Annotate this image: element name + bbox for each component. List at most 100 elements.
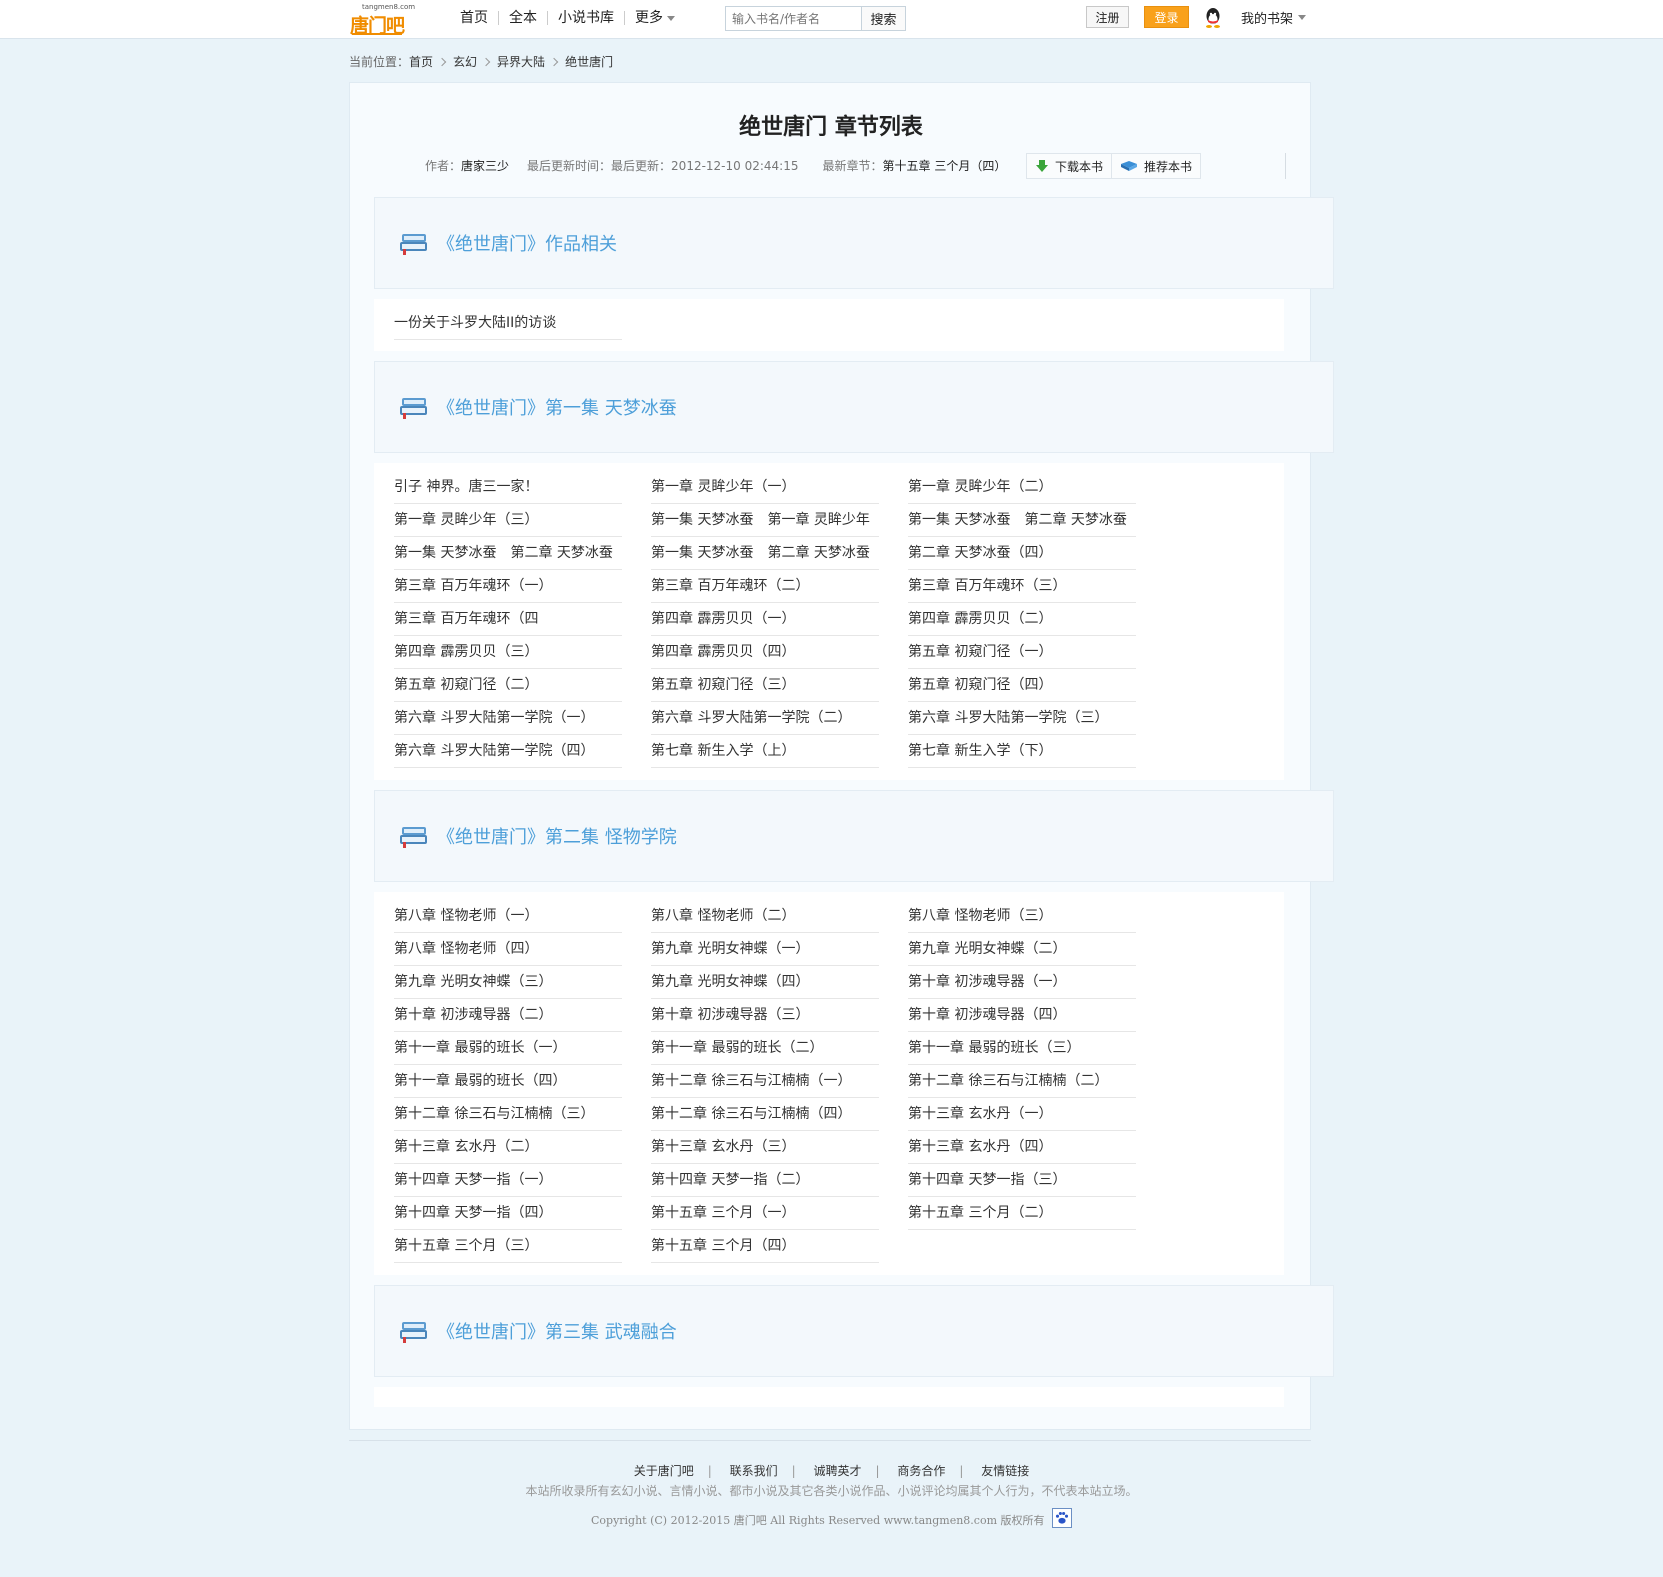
volume-header: 《绝世唐门》作品相关 xyxy=(374,197,1334,289)
breadcrumb-home[interactable]: 首页 xyxy=(409,53,433,70)
page-title: 绝世唐门 章节列表 xyxy=(739,115,923,140)
book-stack-icon xyxy=(400,234,427,255)
chapter-link[interactable]: 第九章 光明女神蝶（二） xyxy=(908,933,1136,966)
chapter-link[interactable]: 第一章 灵眸少年（三） xyxy=(394,504,622,537)
chapter-link[interactable]: 第十二章 徐三石与江楠楠（二） xyxy=(908,1065,1136,1098)
site-logo[interactable]: tangmen8.com 唐门吧 xyxy=(350,3,415,37)
chapter-link[interactable]: 第八章 怪物老师（一） xyxy=(394,900,622,933)
chapter-link[interactable]: 第三章 百万年魂环（三） xyxy=(908,570,1136,603)
chapter-link[interactable]: 第六章 斗罗大陆第一学院（二） xyxy=(651,702,879,735)
chapter-link[interactable]: 第十章 初涉魂导器（二） xyxy=(394,999,622,1032)
chapter-link[interactable]: 第十四章 天梦一指（三） xyxy=(908,1164,1136,1197)
nav-more[interactable]: 更多 xyxy=(625,11,685,25)
chapter-link[interactable]: 第三章 百万年魂环（一） xyxy=(394,570,622,603)
chapter-link[interactable]: 第六章 斗罗大陆第一学院（三） xyxy=(908,702,1136,735)
chapter-link[interactable]: 第一章 灵眸少年（一） xyxy=(651,471,879,504)
chapter-link[interactable]: 第十一章 最弱的班长（四） xyxy=(394,1065,622,1098)
chapter-link[interactable]: 第十章 初涉魂导器（四） xyxy=(908,999,1136,1032)
chapter-link[interactable]: 第十一章 最弱的班长（三） xyxy=(908,1032,1136,1065)
chapter-link[interactable]: 第一集 天梦冰蚕 第二章 天梦冰蚕 xyxy=(908,504,1136,537)
chapter-link[interactable]: 第三章 百万年魂环（二） xyxy=(651,570,879,603)
nav-home[interactable]: 首页 xyxy=(450,11,499,25)
footer-about[interactable]: 关于唐门吧 xyxy=(634,1464,694,1478)
chapter-link[interactable]: 第五章 初窥门径（二） xyxy=(394,669,622,702)
chapter-link[interactable]: 第五章 初窥门径（三） xyxy=(651,669,879,702)
chapter-link[interactable]: 第十五章 三个月（四） xyxy=(651,1230,879,1263)
chapter-link[interactable]: 第三章 百万年魂环（四 xyxy=(394,603,622,636)
chapter-link[interactable]: 第十四章 天梦一指（一） xyxy=(394,1164,622,1197)
chapter-link[interactable]: 第四章 霹雳贝贝（一） xyxy=(651,603,879,636)
my-shelf[interactable]: 我的书架 xyxy=(1241,8,1307,27)
chapter-link[interactable]: 第六章 斗罗大陆第一学院（四） xyxy=(394,735,622,768)
chapter-list: 第八章 怪物老师（一） 第八章 怪物老师（二） 第八章 怪物老师（三） 第八章 怪物老… xyxy=(374,892,1284,1275)
chapter-link[interactable]: 第十章 初涉魂导器（三） xyxy=(651,999,879,1032)
download-arrow-icon xyxy=(1036,160,1048,172)
chevron-down-icon xyxy=(667,15,675,21)
volume-header: 《绝世唐门》第三集 武魂融合 xyxy=(374,1285,1334,1377)
chapter-link[interactable]: 第十三章 玄水丹（三） xyxy=(651,1131,879,1164)
qq-icon[interactable] xyxy=(1203,7,1223,29)
chapter-link[interactable]: 第八章 怪物老师（三） xyxy=(908,900,1136,933)
breadcrumb-fantasy[interactable]: 玄幻 xyxy=(453,53,477,70)
chapter-link[interactable]: 第十二章 徐三石与江楠楠（三） xyxy=(394,1098,622,1131)
chapter-link[interactable]: 第十一章 最弱的班长（二） xyxy=(651,1032,879,1065)
main-nav: 首页 全本 小说书库 更多 xyxy=(450,0,685,36)
chapter-link[interactable]: 一份关于斗罗大陆II的访谈 xyxy=(394,307,622,340)
chapter-link[interactable]: 第十三章 玄水丹（一） xyxy=(908,1098,1136,1131)
chapter-link[interactable]: 第十五章 三个月（二） xyxy=(908,1197,1136,1230)
chapter-link[interactable]: 第七章 新生入学（上） xyxy=(651,735,879,768)
chapter-link[interactable]: 第六章 斗罗大陆第一学院（一） xyxy=(394,702,622,735)
chapter-link[interactable]: 第十三章 玄水丹（四） xyxy=(908,1131,1136,1164)
search-input[interactable] xyxy=(726,7,862,30)
volume-header: 《绝世唐门》第一集 天梦冰蚕 xyxy=(374,361,1334,453)
top-bar: tangmen8.com 唐门吧 首页 全本 小说书库 更多 搜索 注册 登录 … xyxy=(0,0,1663,39)
breadcrumb-otherworld[interactable]: 异界大陆 xyxy=(497,53,545,70)
search-button[interactable]: 搜索 xyxy=(862,7,905,30)
footer-contact[interactable]: 联系我们 xyxy=(730,1464,778,1478)
chapter-link[interactable]: 第二章 天梦冰蚕（四） xyxy=(908,537,1136,570)
chapter-link[interactable]: 第十五章 三个月（一） xyxy=(651,1197,879,1230)
chapter-link[interactable]: 第十四章 天梦一指（二） xyxy=(651,1164,879,1197)
chapter-link[interactable]: 第八章 怪物老师（四） xyxy=(394,933,622,966)
volume-title: 《绝世唐门》第三集 武魂融合 xyxy=(437,1322,677,1343)
nav-complete[interactable]: 全本 xyxy=(499,11,548,25)
footer-business[interactable]: 商务合作 xyxy=(897,1464,945,1478)
chapter-link[interactable]: 第十章 初涉魂导器（一） xyxy=(908,966,1136,999)
chapter-link[interactable]: 第九章 光明女神蝶（四） xyxy=(651,966,879,999)
chapter-list: 引子 神界。唐三一家！ 第一章 灵眸少年（一） 第一章 灵眸少年（二） 第一章 灵眸少… xyxy=(374,463,1284,780)
recommend-button[interactable]: 推荐本书 xyxy=(1111,154,1200,178)
login-button[interactable]: 登录 xyxy=(1144,6,1189,28)
chapter-link[interactable]: 第四章 霹雳贝贝（三） xyxy=(394,636,622,669)
latest-chapter-link[interactable]: 第十五章 三个月（四） xyxy=(883,157,1007,174)
chapter-link[interactable]: 第四章 霹雳贝贝（四） xyxy=(651,636,879,669)
register-button[interactable]: 注册 xyxy=(1086,6,1129,28)
chapter-link[interactable]: 引子 神界。唐三一家！ xyxy=(394,471,622,504)
chapter-link[interactable]: 第一集 天梦冰蚕 第二章 天梦冰蚕 xyxy=(651,537,879,570)
nav-library[interactable]: 小说书库 xyxy=(548,11,625,25)
chapter-link[interactable]: 第五章 初窥门径（一） xyxy=(908,636,1136,669)
chapter-link[interactable]: 第十三章 玄水丹（二） xyxy=(394,1131,622,1164)
paw-icon[interactable] xyxy=(1052,1508,1072,1528)
volume-title: 《绝世唐门》第二集 怪物学院 xyxy=(437,827,677,848)
chapter-link[interactable]: 第十二章 徐三石与江楠楠（一） xyxy=(651,1065,879,1098)
footer-friendlinks[interactable]: 友情链接 xyxy=(981,1464,1029,1478)
footer-jobs[interactable]: 诚聘英才 xyxy=(813,1464,861,1478)
author-link[interactable]: 唐家三少 xyxy=(461,157,509,174)
chapter-link[interactable]: 第一集 天梦冰蚕 第一章 灵眸少年 xyxy=(651,504,879,537)
download-button[interactable]: 下载本书 xyxy=(1027,154,1111,178)
chapter-link[interactable]: 第九章 光明女神蝶（一） xyxy=(651,933,879,966)
chapter-link[interactable]: 第九章 光明女神蝶（三） xyxy=(394,966,622,999)
chapter-link[interactable]: 第八章 怪物老师（二） xyxy=(651,900,879,933)
chapter-link[interactable]: 第十二章 徐三石与江楠楠（四） xyxy=(651,1098,879,1131)
chapter-link[interactable]: 第十五章 三个月（三） xyxy=(394,1230,622,1263)
chapter-link[interactable]: 第一集 天梦冰蚕 第二章 天梦冰蚕 xyxy=(394,537,622,570)
chapter-link[interactable]: 第五章 初窥门径（四） xyxy=(908,669,1136,702)
chapter-link[interactable]: 第十四章 天梦一指（四） xyxy=(394,1197,622,1230)
chapter-link[interactable]: 第十一章 最弱的班长（一） xyxy=(394,1032,622,1065)
breadcrumb-book[interactable]: 绝世唐门 xyxy=(565,53,613,70)
chapter-link[interactable]: 第七章 新生入学（下） xyxy=(908,735,1136,768)
chapter-link[interactable]: 第一章 灵眸少年（二） xyxy=(908,471,1136,504)
chevron-right-icon xyxy=(437,57,447,66)
chapter-list: 一份关于斗罗大陆II的访谈 xyxy=(374,299,1284,351)
chapter-link[interactable]: 第四章 霹雳贝贝（二） xyxy=(908,603,1136,636)
